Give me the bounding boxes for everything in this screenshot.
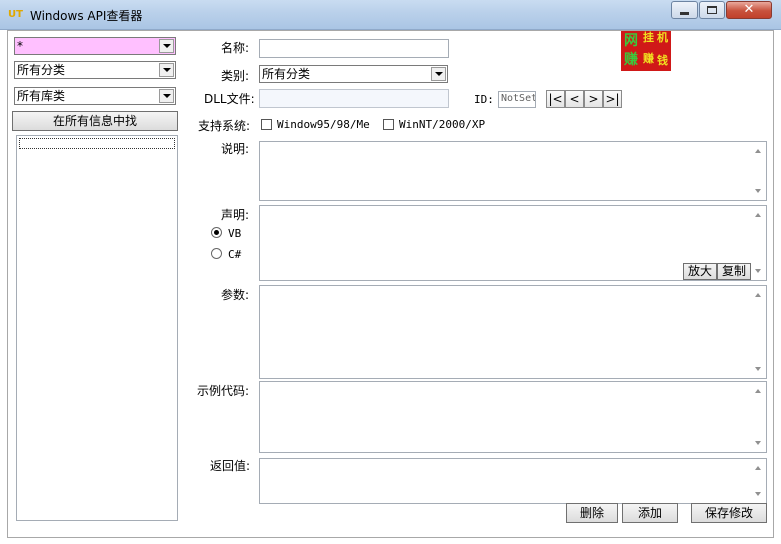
category-combo[interactable]: 所有分类 <box>259 65 448 83</box>
dll-label: DLL文件: <box>204 92 255 106</box>
win95-label: Window95/98/Me <box>277 118 370 131</box>
first-record-button[interactable]: |< <box>546 90 565 108</box>
id-label: ID: <box>474 93 494 106</box>
declaration-scrollbar[interactable] <box>751 206 766 280</box>
csharp-label: C# <box>228 248 242 261</box>
add-button[interactable]: 添加 <box>622 503 678 523</box>
zoom-button[interactable]: 放大 <box>683 263 717 280</box>
win95-checkbox[interactable] <box>261 119 272 130</box>
category-combo-dropdown[interactable] <box>431 67 446 81</box>
last-record-button[interactable]: >| <box>603 90 622 108</box>
scroll-up-icon[interactable] <box>755 149 761 153</box>
example-textarea[interactable] <box>259 381 767 453</box>
example-label: 示例代码: <box>197 384 250 398</box>
scroll-down-icon[interactable] <box>755 441 761 445</box>
scroll-down-icon[interactable] <box>755 189 761 193</box>
chevron-down-icon <box>162 94 171 98</box>
logo-box: 网 挂 机 赚 赚 钱 <box>621 31 671 71</box>
csharp-radio[interactable] <box>211 248 222 259</box>
scroll-up-icon[interactable] <box>755 389 761 393</box>
record-navigator: |< < > >| <box>546 90 626 108</box>
app-icon: UT <box>8 9 23 20</box>
scroll-down-icon[interactable] <box>755 367 761 371</box>
logo-char: 机 <box>657 31 668 44</box>
minimize-icon <box>680 11 689 15</box>
title-bar[interactable]: UT Windows API查看器 ✕ <box>0 0 781 30</box>
search-combo[interactable]: * <box>14 37 176 55</box>
library-combo[interactable]: 所有库类 <box>14 87 176 105</box>
params-scrollbar[interactable] <box>751 286 766 378</box>
name-label: 名称: <box>221 41 250 55</box>
scroll-up-icon[interactable] <box>755 466 761 470</box>
winnt-checkbox[interactable] <box>383 119 394 130</box>
return-textarea[interactable] <box>259 458 767 504</box>
return-label: 返回值: <box>210 459 251 473</box>
logo-char: 网 <box>624 33 638 49</box>
delete-button[interactable]: 删除 <box>566 503 618 523</box>
scroll-down-icon[interactable] <box>755 269 761 273</box>
chevron-down-icon <box>162 68 171 72</box>
copy-button[interactable]: 复制 <box>717 263 751 280</box>
sidebar-category-combo[interactable]: 所有分类 <box>14 61 176 79</box>
description-textarea[interactable] <box>259 141 767 201</box>
sidebar-category-dropdown[interactable] <box>159 63 174 77</box>
category-combo-value: 所有分类 <box>262 67 311 81</box>
maximize-icon <box>707 6 717 14</box>
library-combo-value: 所有库类 <box>17 89 66 103</box>
dll-input[interactable] <box>259 89 449 108</box>
close-icon: ✕ <box>743 2 755 17</box>
description-scrollbar[interactable] <box>751 142 766 200</box>
api-list[interactable] <box>16 135 178 521</box>
winnt-label: WinNT/2000/XP <box>399 118 486 131</box>
name-input[interactable] <box>259 39 449 58</box>
description-label: 说明: <box>221 142 250 156</box>
scroll-up-icon[interactable] <box>755 213 761 217</box>
logo-char: 钱 <box>657 54 668 67</box>
logo-char: 挂 <box>643 31 654 44</box>
vb-radio[interactable] <box>211 227 222 238</box>
id-value: NotSet <box>501 93 536 104</box>
declaration-textarea[interactable]: 放大 复制 <box>259 205 767 281</box>
prev-record-button[interactable]: < <box>565 90 584 108</box>
client-area: * 所有分类 所有库类 在所有信息中找 名称: 类别: 所有分类 DLL文件: … <box>7 30 774 538</box>
save-button[interactable]: 保存修改 <box>691 503 767 523</box>
logo-char: 赚 <box>624 52 638 68</box>
search-combo-value: * <box>17 39 23 53</box>
system-label: 支持系统: <box>198 119 251 133</box>
list-focus-item[interactable] <box>19 138 175 149</box>
vb-label: VB <box>228 227 242 240</box>
window-title: Windows API查看器 <box>30 9 143 23</box>
library-combo-dropdown[interactable] <box>159 89 174 103</box>
category-label: 类别: <box>221 69 250 83</box>
logo: 网 挂 机 赚 赚 钱 <box>621 31 771 79</box>
chevron-down-icon <box>162 44 171 48</box>
scroll-down-icon[interactable] <box>755 492 761 496</box>
example-scrollbar[interactable] <box>751 382 766 452</box>
logo-char: 赚 <box>643 52 654 65</box>
close-button[interactable]: ✕ <box>726 1 772 19</box>
declaration-label: 声明: <box>221 208 250 222</box>
search-combo-dropdown[interactable] <box>159 39 174 53</box>
params-textarea[interactable] <box>259 285 767 379</box>
params-label: 参数: <box>221 288 250 302</box>
maximize-button[interactable] <box>699 1 725 19</box>
minimize-button[interactable] <box>671 1 698 19</box>
scroll-up-icon[interactable] <box>755 293 761 297</box>
id-input[interactable]: NotSet <box>498 91 536 108</box>
return-scrollbar[interactable] <box>751 459 766 503</box>
chevron-down-icon <box>434 72 443 76</box>
search-all-button[interactable]: 在所有信息中找 <box>12 111 178 131</box>
sidebar-category-value: 所有分类 <box>17 63 66 77</box>
next-record-button[interactable]: > <box>584 90 603 108</box>
